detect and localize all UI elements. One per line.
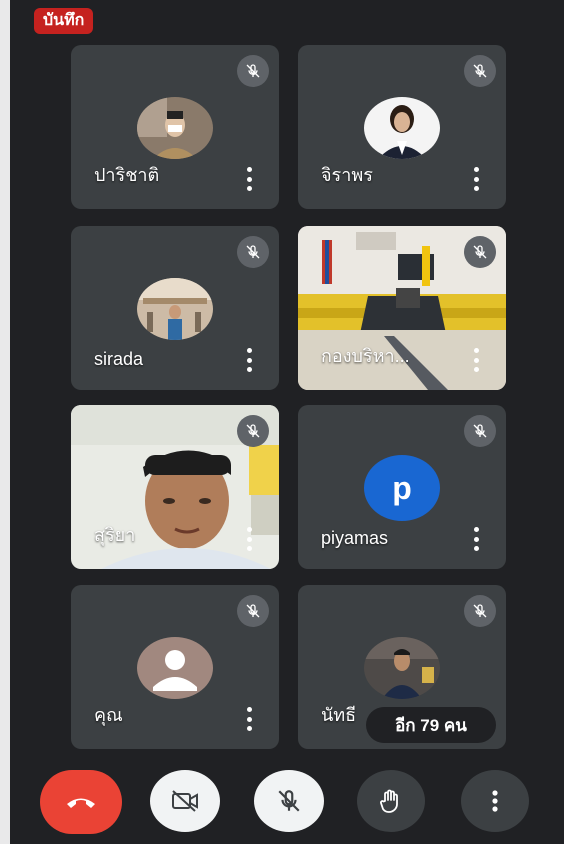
call-end-icon	[67, 798, 95, 808]
more-vert-icon[interactable]	[474, 348, 480, 372]
more-vert-icon	[492, 790, 498, 812]
hand-icon	[380, 789, 398, 813]
letter-avatar: p	[364, 455, 440, 521]
participant-tile[interactable]: สุริยา	[71, 405, 279, 569]
camera-off-icon	[172, 790, 198, 812]
avatar	[364, 637, 440, 699]
avatar	[137, 97, 213, 159]
avatar	[364, 97, 440, 159]
participant-name: ปาริชาติ	[94, 165, 160, 185]
more-vert-icon[interactable]	[474, 527, 480, 551]
end-call-button[interactable]	[40, 770, 122, 834]
more-vert-icon[interactable]	[247, 167, 253, 191]
participant-tile[interactable]: กองบริหา...	[298, 226, 506, 390]
recording-badge: บันทึก	[34, 8, 94, 34]
mic-off-icon	[237, 55, 269, 87]
participant-tile[interactable]: จิราพร	[298, 45, 506, 209]
participant-name: คุณ	[94, 705, 123, 725]
mic-off-icon	[237, 236, 269, 268]
more-vert-icon[interactable]	[247, 707, 253, 731]
mic-off-icon	[464, 55, 496, 87]
mic-off-icon	[278, 790, 300, 812]
avatar	[137, 278, 213, 340]
more-participants-pill[interactable]: อีก 79 คน	[366, 707, 496, 743]
participant-tile[interactable]: sirada	[71, 226, 279, 390]
more-vert-icon[interactable]	[247, 348, 253, 372]
participant-tile[interactable]: คุณ	[71, 585, 279, 749]
more-vert-icon[interactable]	[474, 167, 480, 191]
left-edge-strip	[0, 0, 10, 844]
mic-off-icon	[464, 595, 496, 627]
more-options-button[interactable]	[461, 770, 529, 832]
mic-toggle-button[interactable]	[254, 770, 324, 832]
participant-name: กองบริหา...	[321, 346, 410, 366]
mic-off-icon	[464, 236, 496, 268]
more-vert-icon[interactable]	[247, 527, 253, 551]
mic-off-icon	[237, 415, 269, 447]
participant-tile[interactable]: ปาริชาติ	[71, 45, 279, 209]
participant-name: piyamas	[321, 528, 389, 548]
mic-off-icon	[464, 415, 496, 447]
participant-name: นัทธี	[321, 705, 357, 725]
mic-off-icon	[237, 595, 269, 627]
raise-hand-button[interactable]	[357, 770, 425, 832]
camera-toggle-button[interactable]	[150, 770, 220, 832]
default-avatar-icon	[137, 637, 213, 699]
participant-name: sirada	[94, 349, 144, 369]
participant-name: สุริยา	[94, 525, 136, 545]
participant-name: จิราพร	[321, 165, 373, 185]
participant-tile[interactable]: p piyamas	[298, 405, 506, 569]
